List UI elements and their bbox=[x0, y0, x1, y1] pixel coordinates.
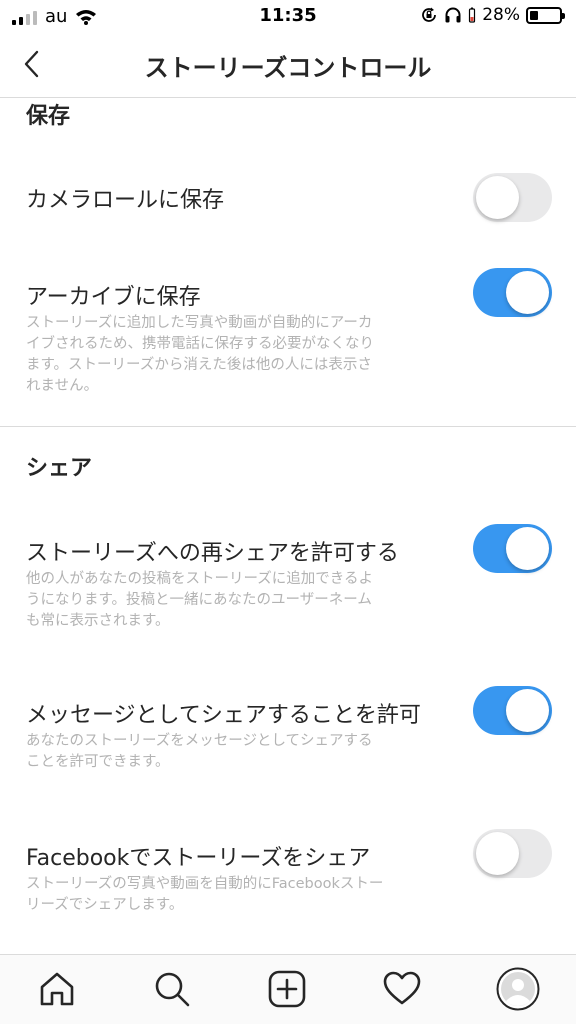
description-line: イブされるため、携帯電話に保存する必要がなくなり bbox=[26, 336, 374, 352]
reshare-toggle[interactable] bbox=[473, 524, 552, 573]
tab-profile[interactable] bbox=[496, 967, 540, 1011]
page-title: ストーリーズコントロール bbox=[144, 54, 432, 82]
description-line: リーズでシェアします。 bbox=[26, 897, 184, 913]
facebook-share-label: Facebookでストーリーズをシェア bbox=[26, 846, 371, 871]
tab-search[interactable] bbox=[150, 967, 194, 1011]
section-header-save: 保存 bbox=[26, 104, 71, 129]
reshare-label: ストーリーズへの再シェアを許可する bbox=[26, 541, 399, 566]
toggle-knob bbox=[476, 832, 519, 875]
tab-activity[interactable] bbox=[380, 967, 424, 1011]
facebook-share-description: ストーリーズの写真や動画を自動的にFacebookストー リーズでシェアします。 bbox=[26, 874, 446, 916]
toggle-knob bbox=[506, 527, 549, 570]
description-line: れません。 bbox=[26, 378, 99, 394]
tab-home[interactable] bbox=[35, 967, 79, 1011]
description-line: ストーリーズに追加した写真や動画が自動的にアーカ bbox=[26, 315, 373, 331]
message-share-label: メッセージとしてシェアすることを許可 bbox=[26, 703, 421, 728]
reshare-description: 他の人があなたの投稿をストーリーズに追加できるよ うになります。投稿と一緒にあな… bbox=[26, 569, 446, 632]
description-line: ストーリーズの写真や動画を自動的にFacebookストー bbox=[26, 876, 384, 892]
archive-toggle[interactable] bbox=[473, 268, 552, 317]
battery-level bbox=[530, 10, 538, 20]
status-bar: au 11:35 28% bbox=[0, 0, 576, 34]
rotation-lock-icon bbox=[422, 7, 437, 22]
description-line: あなたのストーリーズをメッセージとしてシェアする bbox=[26, 733, 373, 749]
headphones-icon bbox=[445, 7, 461, 23]
message-share-description: あなたのストーリーズをメッセージとしてシェアする ことを許可できます。 bbox=[26, 731, 446, 773]
activity-heart-icon bbox=[383, 971, 421, 1005]
description-line: 他の人があなたの投稿をストーリーズに追加できるよ bbox=[26, 571, 373, 587]
camera-roll-toggle[interactable] bbox=[473, 173, 552, 222]
battery-icon bbox=[526, 6, 565, 24]
archive-description: ストーリーズに追加した写真や動画が自動的にアーカ イブされるため、携帯電話に保存… bbox=[26, 313, 446, 397]
settings-content[interactable]: 保存 カメラロールに保存 アーカイブに保存 ストーリーズに追加した写真や動画が自… bbox=[0, 98, 576, 954]
battery-percent: 28% bbox=[482, 5, 520, 25]
description-line: も常に表示されます。 bbox=[26, 613, 170, 629]
facebook-share-toggle[interactable] bbox=[473, 829, 552, 878]
description-line: ことを許可できます。 bbox=[26, 754, 170, 770]
toggle-knob bbox=[506, 689, 549, 732]
tab-new-post[interactable] bbox=[265, 967, 309, 1011]
profile-avatar bbox=[496, 967, 540, 1011]
section-divider bbox=[0, 426, 576, 427]
archive-label: アーカイブに保存 bbox=[26, 285, 201, 310]
camera-roll-label: カメラロールに保存 bbox=[26, 188, 225, 213]
message-share-toggle[interactable] bbox=[473, 686, 552, 735]
nav-bar: ストーリーズコントロール bbox=[0, 34, 576, 98]
description-line: うになります。投稿と一緒にあなたのユーザーネーム bbox=[26, 592, 372, 608]
toggle-knob bbox=[476, 176, 519, 219]
description-line: ます。ストーリーズから消えた後は他の人には表示さ bbox=[26, 357, 372, 373]
new-post-icon bbox=[268, 970, 306, 1008]
section-header-share: シェア bbox=[26, 456, 93, 481]
search-icon bbox=[155, 972, 190, 1007]
status-right: 28% bbox=[420, 5, 565, 25]
home-icon bbox=[40, 972, 74, 1006]
battery-charging-icon bbox=[469, 7, 476, 23]
tab-bar bbox=[0, 954, 576, 1024]
toggle-knob bbox=[506, 271, 549, 314]
